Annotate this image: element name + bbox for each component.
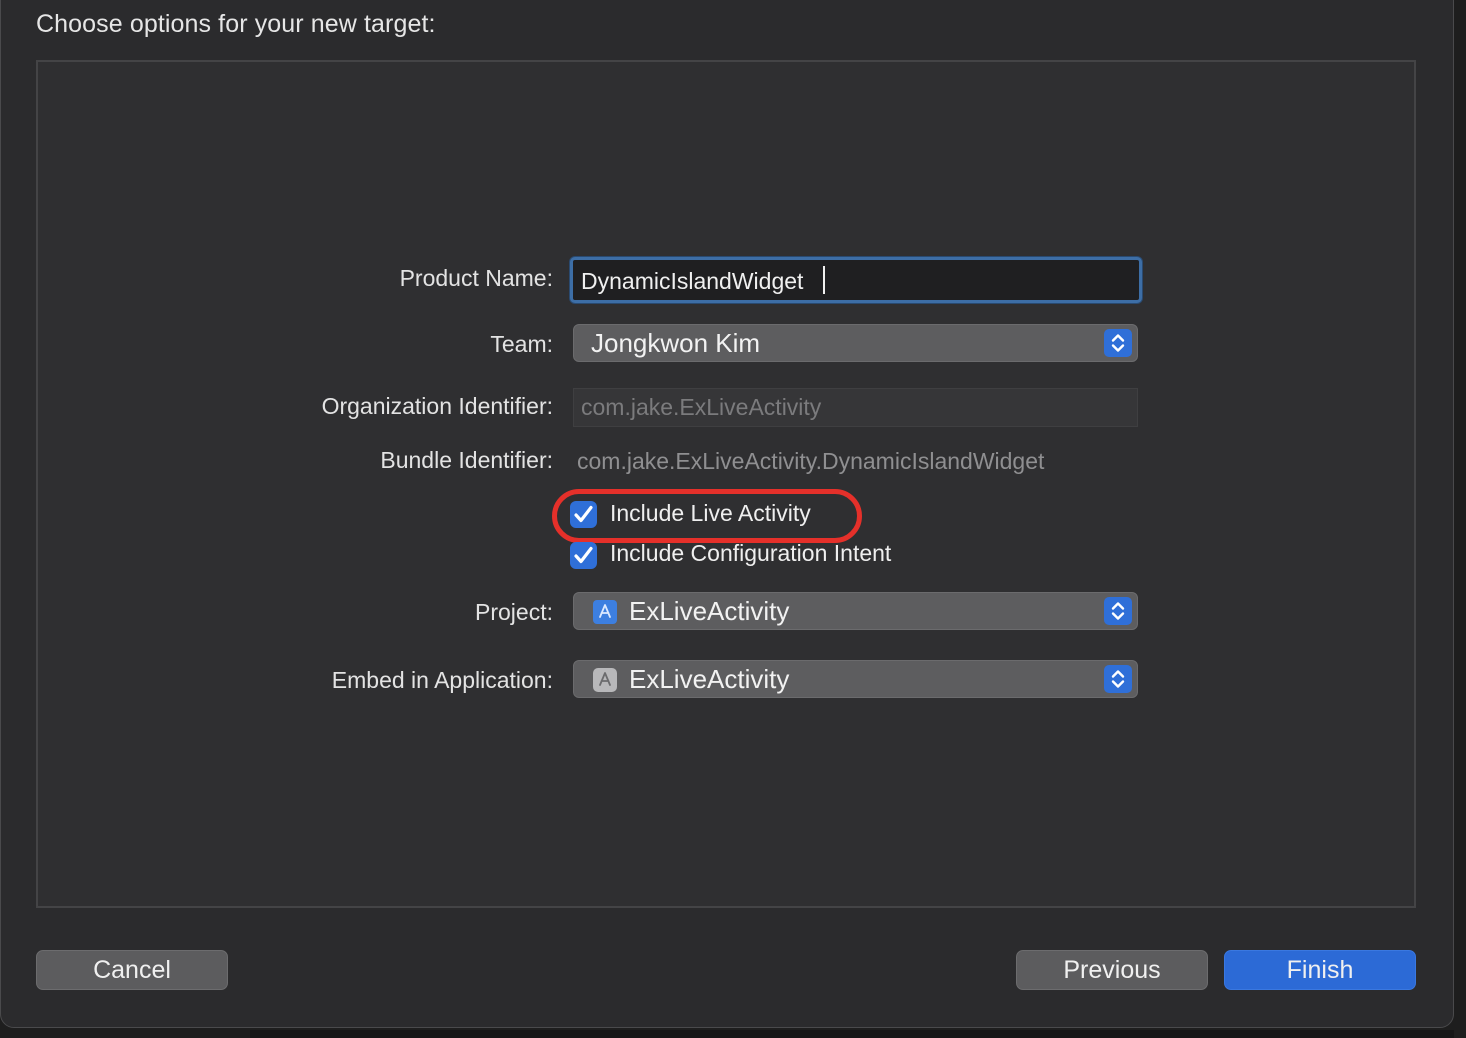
finish-button[interactable]: Finish bbox=[1224, 950, 1416, 990]
popup-chevron-icon bbox=[1104, 597, 1132, 625]
dialog-title: Choose options for your new target: bbox=[36, 10, 436, 38]
organization-identifier-field[interactable]: com.jake.ExLiveActivity bbox=[573, 388, 1138, 427]
organization-identifier-value: com.jake.ExLiveActivity bbox=[581, 394, 822, 420]
app-icon bbox=[593, 668, 617, 692]
text-caret bbox=[823, 266, 825, 294]
popup-chevron-icon bbox=[1104, 329, 1132, 357]
bundle-identifier-value: com.jake.ExLiveActivity.DynamicIslandWid… bbox=[577, 448, 1045, 474]
project-popup[interactable]: ExLiveActivity bbox=[573, 592, 1138, 630]
window-backdrop bbox=[250, 1030, 1454, 1038]
popup-chevron-icon bbox=[1104, 665, 1132, 693]
checkmark-icon bbox=[574, 546, 593, 564]
team-value: Jongkwon Kim bbox=[591, 328, 761, 358]
include-configuration-intent-checkbox[interactable] bbox=[570, 542, 597, 569]
product-name-field[interactable] bbox=[570, 257, 1142, 303]
options-panel bbox=[36, 60, 1416, 908]
product-name-input[interactable] bbox=[581, 264, 1121, 298]
include-configuration-intent-label[interactable]: Include Configuration Intent bbox=[610, 540, 891, 567]
cancel-button[interactable]: Cancel bbox=[36, 950, 228, 990]
organization-identifier-label: Organization Identifier: bbox=[321, 393, 553, 419]
annotation-highlight-ring bbox=[552, 489, 862, 543]
xcode-project-icon bbox=[593, 600, 617, 624]
bundle-identifier-label: Bundle Identifier: bbox=[380, 447, 553, 473]
previous-button[interactable]: Previous bbox=[1016, 950, 1208, 990]
embed-in-application-value: ExLiveActivity bbox=[629, 664, 790, 694]
embed-in-application-label: Embed in Application: bbox=[331, 667, 553, 693]
embed-in-application-popup[interactable]: ExLiveActivity bbox=[573, 660, 1138, 698]
project-label: Project: bbox=[475, 599, 553, 625]
team-label: Team: bbox=[490, 331, 553, 357]
product-name-label: Product Name: bbox=[399, 265, 553, 291]
project-value: ExLiveActivity bbox=[629, 596, 790, 626]
team-popup[interactable]: Jongkwon Kim bbox=[573, 324, 1138, 362]
